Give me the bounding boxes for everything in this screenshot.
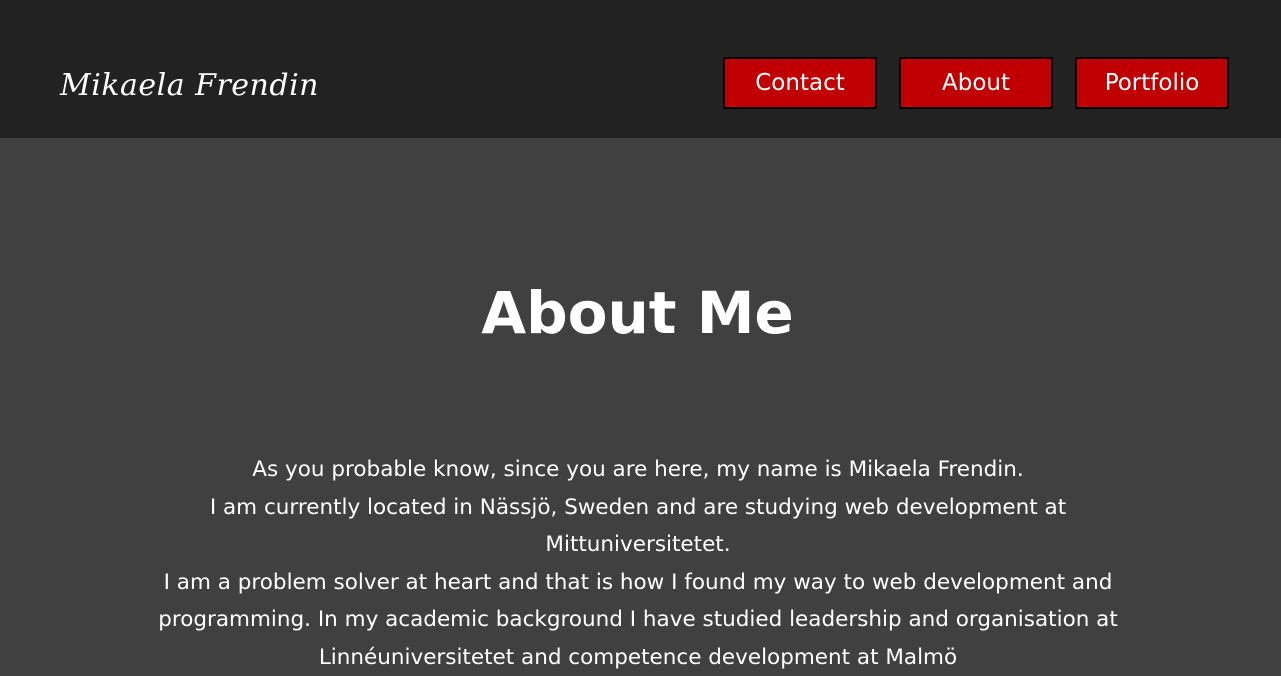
nav-about-button[interactable]: About	[899, 57, 1053, 109]
nav-portfolio-button[interactable]: Portfolio	[1075, 57, 1229, 109]
site-header: Mikaela Frendin Contact About Portfolio	[0, 0, 1281, 138]
about-text: As you probable know, since you are here…	[138, 451, 1138, 676]
nav-contact-button[interactable]: Contact	[723, 57, 877, 109]
main-nav: Contact About Portfolio	[723, 57, 1229, 109]
main-content: About Me As you probable know, since you…	[0, 138, 1281, 667]
page-title: About Me	[0, 278, 1275, 348]
about-paragraph: I am a problem solver at heart and that …	[138, 564, 1138, 676]
about-paragraph: As you probable know, since you are here…	[138, 451, 1138, 489]
about-paragraph: I am currently located in Nässjö, Sweden…	[138, 489, 1138, 564]
site-logo[interactable]: Mikaela Frendin	[60, 68, 319, 103]
